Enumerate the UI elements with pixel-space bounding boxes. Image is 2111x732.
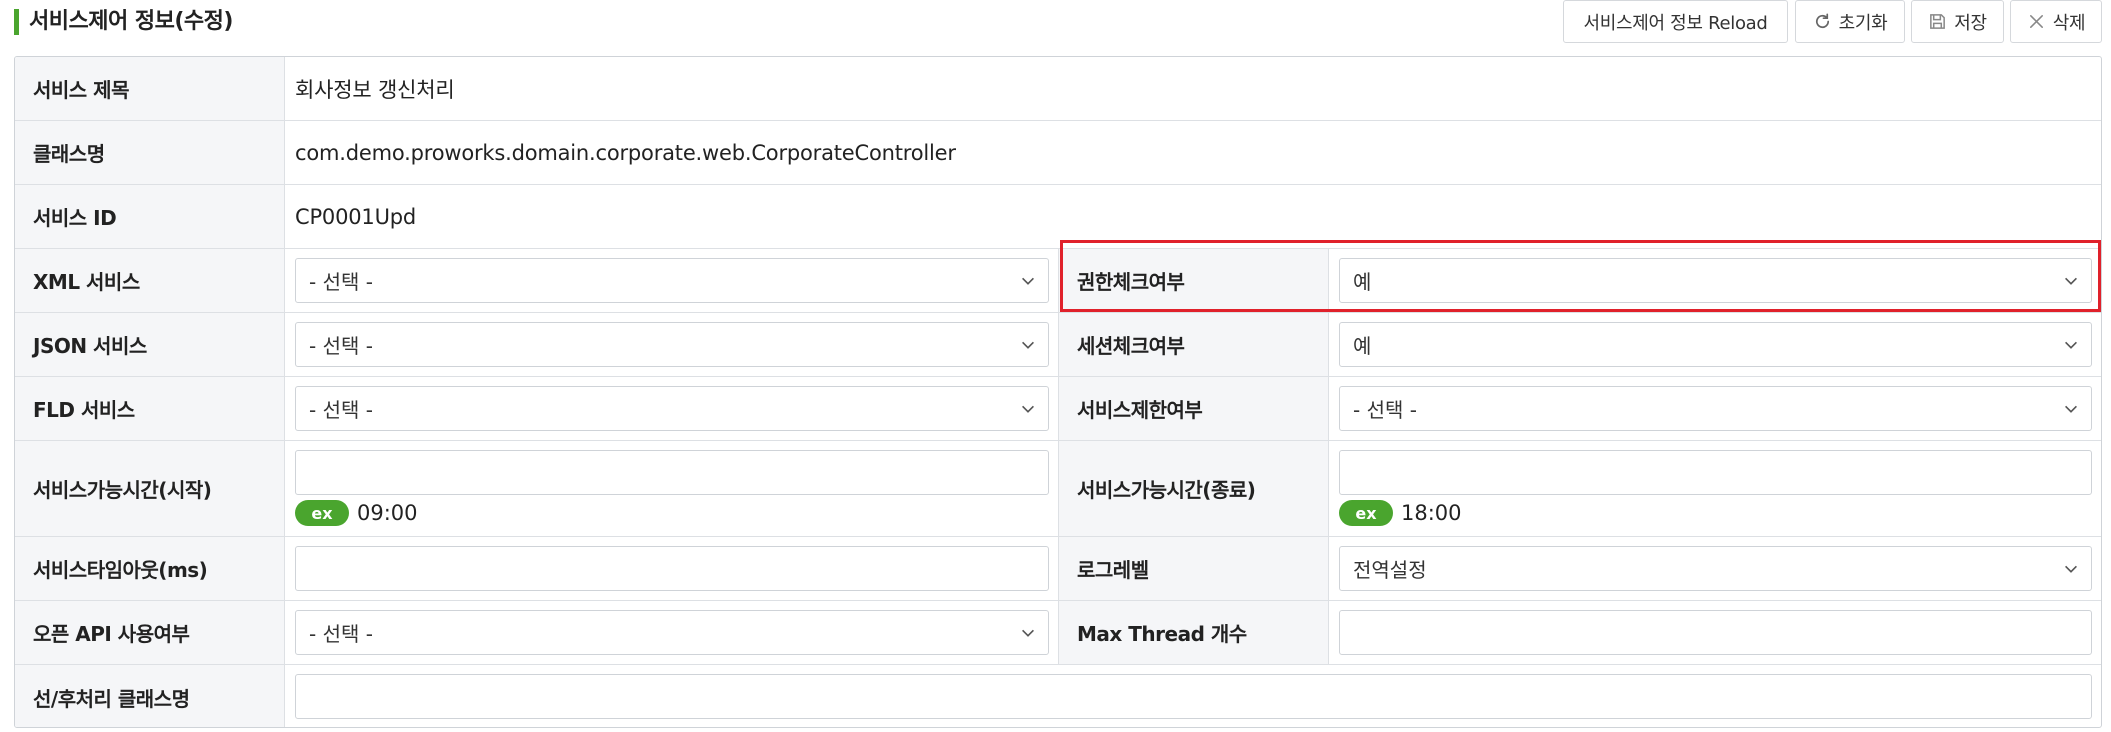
json-service-selected: - 선택 -	[309, 334, 373, 358]
page-title: 서비스제어 정보(수정)	[29, 9, 233, 34]
available-start-example: 09:00	[357, 501, 418, 525]
xml-service-selected: - 선택 -	[309, 270, 373, 294]
available-end-hint: ex 18:00	[1339, 500, 1462, 526]
chevron-down-icon	[1022, 405, 1034, 413]
chevron-down-icon	[1022, 629, 1034, 637]
auth-check-select[interactable]: 예	[1339, 258, 2092, 303]
refresh-icon	[1815, 13, 1829, 28]
session-check-selected: 예	[1353, 334, 1372, 358]
fld-service-selected: - 선택 -	[309, 398, 373, 422]
open-api-label: 오픈 API 사용여부	[15, 601, 285, 664]
service-limit-selected: - 선택 -	[1353, 398, 1417, 422]
open-api-selected: - 선택 -	[309, 622, 373, 646]
save-icon	[1930, 14, 1946, 29]
chevron-down-icon	[1022, 277, 1034, 285]
pre-post-class-input[interactable]	[295, 674, 2092, 719]
page-header: 서비스제어 정보(수정) 서비스제어 정보 Reload 초기화 저장 삭제	[0, 0, 2111, 50]
timeout-input[interactable]	[295, 546, 1049, 591]
form-row-json-session: JSON 서비스 - 선택 - 세션체크여부 예	[15, 313, 2101, 377]
title-accent-bar	[14, 9, 19, 35]
delete-button-label: 삭제	[2052, 12, 2086, 34]
form-row-pre-post-class: 선/후처리 클래스명	[15, 665, 2101, 727]
form-row-available-time: 서비스가능시간(시작) ex 09:00 서비스가능시간(종료) ex 18:0…	[15, 441, 2101, 537]
service-id-label: 서비스 ID	[15, 185, 285, 248]
chevron-down-icon	[2065, 565, 2077, 573]
timeout-label: 서비스타임아웃(ms)	[15, 537, 285, 600]
form-row-xml-auth: XML 서비스 - 선택 - 권한체크여부 예	[15, 249, 2101, 313]
form-row-class-name: 클래스명 com.demo.proworks.domain.corporate.…	[15, 121, 2101, 185]
fld-service-select[interactable]: - 선택 -	[295, 386, 1049, 431]
form-row-service-id: 서비스 ID CP0001Upd	[15, 185, 2101, 249]
example-badge: ex	[1339, 500, 1393, 526]
available-start-label: 서비스가능시간(시작)	[15, 441, 285, 536]
form-row-timeout-log: 서비스타임아웃(ms) 로그레벨 전역설정	[15, 537, 2101, 601]
session-check-label: 세션체크여부	[1058, 313, 1329, 376]
fld-service-label: FLD 서비스	[15, 377, 285, 440]
log-level-label: 로그레벨	[1058, 537, 1329, 600]
chevron-down-icon	[2065, 405, 2077, 413]
max-thread-label: Max Thread 개수	[1058, 601, 1329, 664]
xml-service-label: XML 서비스	[15, 249, 285, 312]
service-limit-label: 서비스제한여부	[1058, 377, 1329, 440]
reload-button[interactable]: 서비스제어 정보 Reload	[1563, 0, 1788, 43]
class-name-label: 클래스명	[15, 121, 285, 184]
available-start-hint: ex 09:00	[295, 500, 418, 526]
chevron-down-icon	[1022, 341, 1034, 349]
json-service-label: JSON 서비스	[15, 313, 285, 376]
reset-button-label: 초기화	[1838, 12, 1888, 34]
session-check-select[interactable]: 예	[1339, 322, 2092, 367]
available-end-label: 서비스가능시간(종료)	[1058, 441, 1329, 536]
form-row-fld-limit: FLD 서비스 - 선택 - 서비스제한여부 - 선택 -	[15, 377, 2101, 441]
auth-check-selected: 예	[1353, 270, 1372, 294]
xml-service-select[interactable]: - 선택 -	[295, 258, 1049, 303]
service-title-value: 회사정보 갱신처리	[295, 77, 455, 102]
close-icon	[2029, 15, 2043, 28]
form-row-service-title: 서비스 제목 회사정보 갱신처리	[15, 57, 2101, 121]
pre-post-class-label: 선/후처리 클래스명	[15, 665, 285, 727]
log-level-select[interactable]: 전역설정	[1339, 546, 2092, 591]
reload-button-label: 서비스제어 정보 Reload	[1583, 12, 1768, 34]
log-level-selected: 전역설정	[1353, 558, 1427, 582]
auth-check-label: 권한체크여부	[1058, 249, 1329, 312]
open-api-select[interactable]: - 선택 -	[295, 610, 1049, 655]
class-name-value: com.demo.proworks.domain.corporate.web.C…	[295, 140, 956, 165]
available-end-input[interactable]	[1339, 450, 2092, 495]
reset-button[interactable]: 초기화	[1795, 0, 1905, 43]
available-end-example: 18:00	[1401, 501, 1462, 525]
json-service-select[interactable]: - 선택 -	[295, 322, 1049, 367]
save-button-label: 저장	[1954, 12, 1987, 34]
delete-button[interactable]: 삭제	[2010, 0, 2102, 43]
available-start-input[interactable]	[295, 450, 1049, 495]
chevron-down-icon	[2065, 341, 2077, 349]
service-limit-select[interactable]: - 선택 -	[1339, 386, 2092, 431]
service-id-value: CP0001Upd	[295, 204, 417, 229]
form-row-openapi-thread: 오픈 API 사용여부 - 선택 - Max Thread 개수	[15, 601, 2101, 665]
save-button[interactable]: 저장	[1911, 0, 2004, 43]
max-thread-input[interactable]	[1339, 610, 2092, 655]
service-control-form: 서비스 제목 회사정보 갱신처리 클래스명 com.demo.proworks.…	[14, 56, 2102, 728]
example-badge: ex	[295, 500, 349, 526]
chevron-down-icon	[2065, 277, 2077, 285]
service-title-label: 서비스 제목	[15, 57, 285, 120]
